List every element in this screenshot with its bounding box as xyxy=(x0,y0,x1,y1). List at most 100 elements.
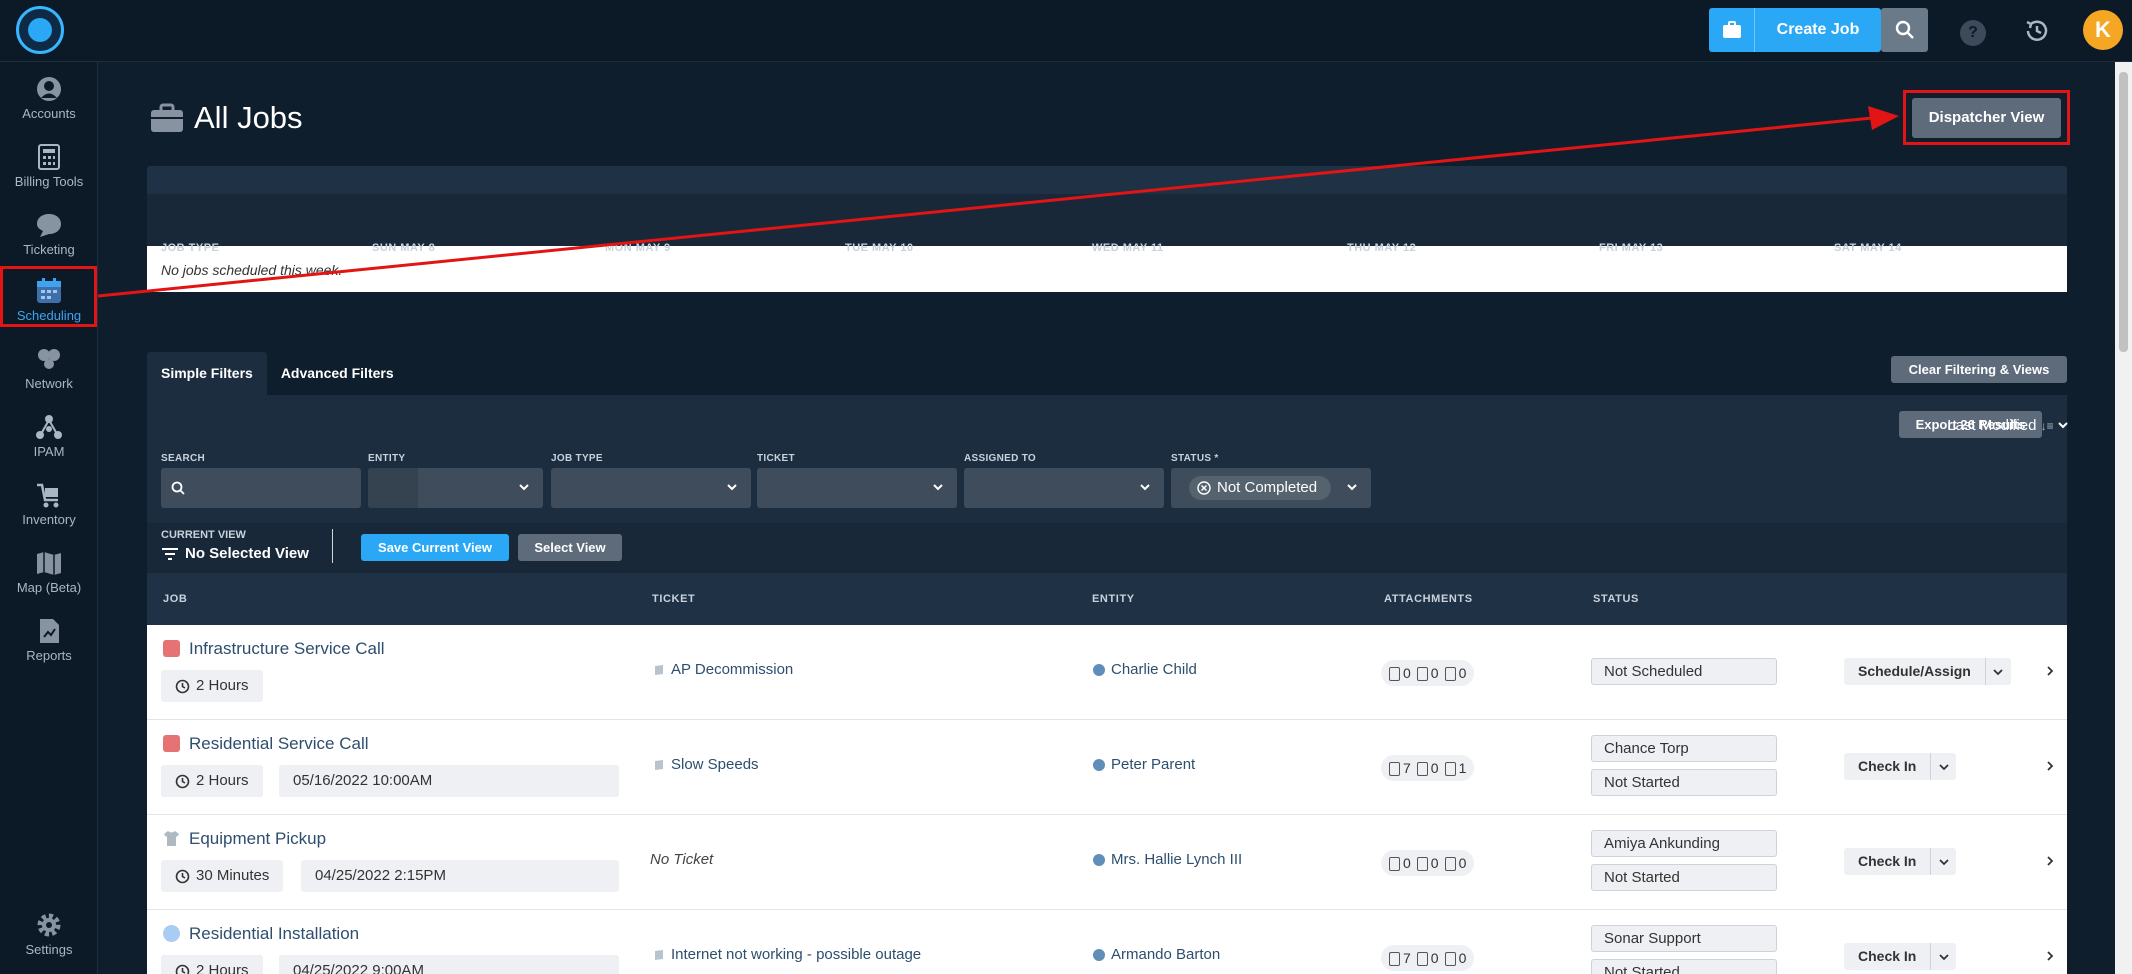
tab-advanced-filters[interactable]: Advanced Filters xyxy=(267,352,408,395)
sidebar-item-label: IPAM xyxy=(33,444,65,459)
assigned-to-select[interactable] xyxy=(964,468,1164,508)
page-scrollbar[interactable] xyxy=(2115,62,2132,974)
global-search-button[interactable] xyxy=(1881,8,1928,52)
chevron-down-icon[interactable] xyxy=(1930,943,1956,970)
check-in-button[interactable]: Check In xyxy=(1844,943,1957,970)
select-view-button[interactable]: Select View xyxy=(518,534,622,561)
col-ticket[interactable]: TICKET xyxy=(652,593,695,605)
col-status[interactable]: STATUS xyxy=(1593,593,1639,605)
chevron-down-icon[interactable] xyxy=(1984,658,2011,685)
sidebar-item-accounts[interactable]: Accounts xyxy=(0,68,98,134)
entity-text: Charlie Child xyxy=(1111,661,1197,678)
files-count: 7 xyxy=(1403,949,1411,966)
duration-chip: 2 Hours xyxy=(161,765,263,797)
ticket-link[interactable]: Internet not working - possible outage xyxy=(653,946,921,963)
documents-count: 1 xyxy=(1458,759,1467,776)
action-label: Check In xyxy=(1858,948,1917,964)
create-job-label: Create Job xyxy=(1776,21,1860,38)
table-row[interactable]: Equipment Pickup 30 Minutes 04/25/2022 2… xyxy=(147,815,2067,910)
chevron-right-icon[interactable] xyxy=(2045,853,2055,869)
chevron-down-icon xyxy=(727,484,737,491)
sort-dropdown[interactable]: Last Modified ↓≡ xyxy=(1909,417,2069,434)
status-value: Not Started xyxy=(1591,864,1777,891)
dispatcher-view-button[interactable]: Dispatcher View xyxy=(1912,98,2061,138)
week-col-day: FRI MAY 13 xyxy=(1599,242,1664,254)
sidebar-item-ipam[interactable]: IPAM xyxy=(0,406,98,472)
chevron-down-icon xyxy=(933,484,943,491)
create-job-button[interactable]: Create Job xyxy=(1709,8,1881,52)
col-attachments: ATTACHMENTS xyxy=(1384,593,1473,605)
ticket-select[interactable] xyxy=(757,468,957,508)
entity-type-segment[interactable] xyxy=(368,468,418,508)
entity-icon xyxy=(1093,948,1105,961)
table-row[interactable]: Infrastructure Service Call 2 Hours AP D… xyxy=(147,625,2067,720)
user-avatar[interactable]: K xyxy=(2083,10,2123,50)
sidebar-item-settings[interactable]: Settings xyxy=(0,904,98,970)
entity-text: Peter Parent xyxy=(1111,756,1196,773)
sidebar-item-billing-tools[interactable]: Billing Tools xyxy=(0,136,98,202)
chevron-right-icon[interactable] xyxy=(2045,948,2055,964)
user-icon xyxy=(37,77,61,101)
files-count: 0 xyxy=(1403,664,1411,681)
app-logo[interactable] xyxy=(16,6,64,54)
documents-icon: 0 xyxy=(1444,665,1466,682)
ticket-link[interactable]: Slow Speeds xyxy=(653,756,759,773)
status-value: Not Started xyxy=(1591,959,1777,974)
search-input[interactable] xyxy=(161,468,361,508)
network-icon xyxy=(38,349,60,369)
schedule-assign-button[interactable]: Schedule/Assign xyxy=(1844,658,2011,685)
report-icon xyxy=(40,619,59,643)
chevron-right-icon[interactable] xyxy=(2045,758,2055,774)
duration-text: 2 Hours xyxy=(196,772,249,789)
entity-select[interactable] xyxy=(368,468,543,508)
entity-link[interactable]: Peter Parent xyxy=(1093,756,1195,773)
table-row[interactable]: Residential Installation 2 Hours 04/25/2… xyxy=(147,910,2067,974)
job-name-link[interactable]: Equipment Pickup xyxy=(189,829,326,849)
tab-simple-filters[interactable]: Simple Filters xyxy=(147,352,267,395)
action-label: Check In xyxy=(1858,853,1917,869)
ticket-link[interactable]: AP Decommission xyxy=(653,661,793,678)
search-icon xyxy=(1895,20,1914,39)
check-in-button[interactable]: Check In xyxy=(1844,848,1957,875)
gear-icon xyxy=(37,913,61,937)
scrollbar-thumb[interactable] xyxy=(2119,72,2128,352)
col-job[interactable]: JOB xyxy=(163,593,187,605)
sidebar-item-ticketing[interactable]: Ticketing xyxy=(0,204,98,270)
remove-icon[interactable] xyxy=(1197,481,1211,495)
job-name-link[interactable]: Infrastructure Service Call xyxy=(189,639,385,659)
chevron-down-icon[interactable] xyxy=(1930,753,1956,780)
documents-count: 0 xyxy=(1458,854,1467,871)
sidebar-item-map[interactable]: Map (Beta) xyxy=(0,542,98,608)
week-header: JOB TYPE SUN MAY 8 MON MAY 9 TUE MAY 10 … xyxy=(147,194,2067,254)
job-name-link[interactable]: Residential Service Call xyxy=(189,734,369,754)
chevron-right-icon[interactable] xyxy=(2045,663,2055,679)
entity-link[interactable]: Armando Barton xyxy=(1093,946,1220,963)
chevron-down-icon xyxy=(519,484,529,491)
table-row[interactable]: Residential Service Call 2 Hours 05/16/2… xyxy=(147,720,2067,815)
save-current-view-button[interactable]: Save Current View xyxy=(361,534,509,561)
documents-icon: 0 xyxy=(1444,950,1466,967)
jobs-table-header: JOB TICKET ENTITY ATTACHMENTS STATUS xyxy=(147,573,2067,625)
documents-icon: 0 xyxy=(1444,854,1467,872)
sidebar-item-inventory[interactable]: Inventory xyxy=(0,474,98,540)
sidebar: Accounts Billing Tools Ticketing Schedul… xyxy=(0,62,98,974)
page-title-text: All Jobs xyxy=(194,100,303,135)
job-type-select[interactable] xyxy=(551,468,751,508)
sidebar-item-reports[interactable]: Reports xyxy=(0,610,98,676)
job-name-link[interactable]: Residential Installation xyxy=(189,924,359,944)
entity-link[interactable]: Mrs. Hallie Lynch III xyxy=(1093,851,1242,868)
clear-filtering-button[interactable]: Clear Filtering & Views xyxy=(1891,356,2067,383)
documents-icon: 1 xyxy=(1444,759,1467,777)
status-select[interactable]: Not Completed xyxy=(1171,468,1371,508)
sidebar-item-network[interactable]: Network xyxy=(0,338,98,404)
help-icon[interactable]: ? xyxy=(1960,20,1986,46)
entity-link[interactable]: Charlie Child xyxy=(1093,661,1197,678)
check-in-button[interactable]: Check In xyxy=(1844,753,1957,780)
week-col-job-type: JOB TYPE xyxy=(161,242,220,254)
entity-icon xyxy=(1093,853,1105,866)
history-icon[interactable] xyxy=(2022,16,2052,46)
col-entity[interactable]: ENTITY xyxy=(1092,593,1135,605)
status-chip[interactable]: Not Completed xyxy=(1189,476,1332,500)
week-col-day: MON MAY 9 xyxy=(605,242,671,254)
chevron-down-icon[interactable] xyxy=(1930,848,1956,875)
